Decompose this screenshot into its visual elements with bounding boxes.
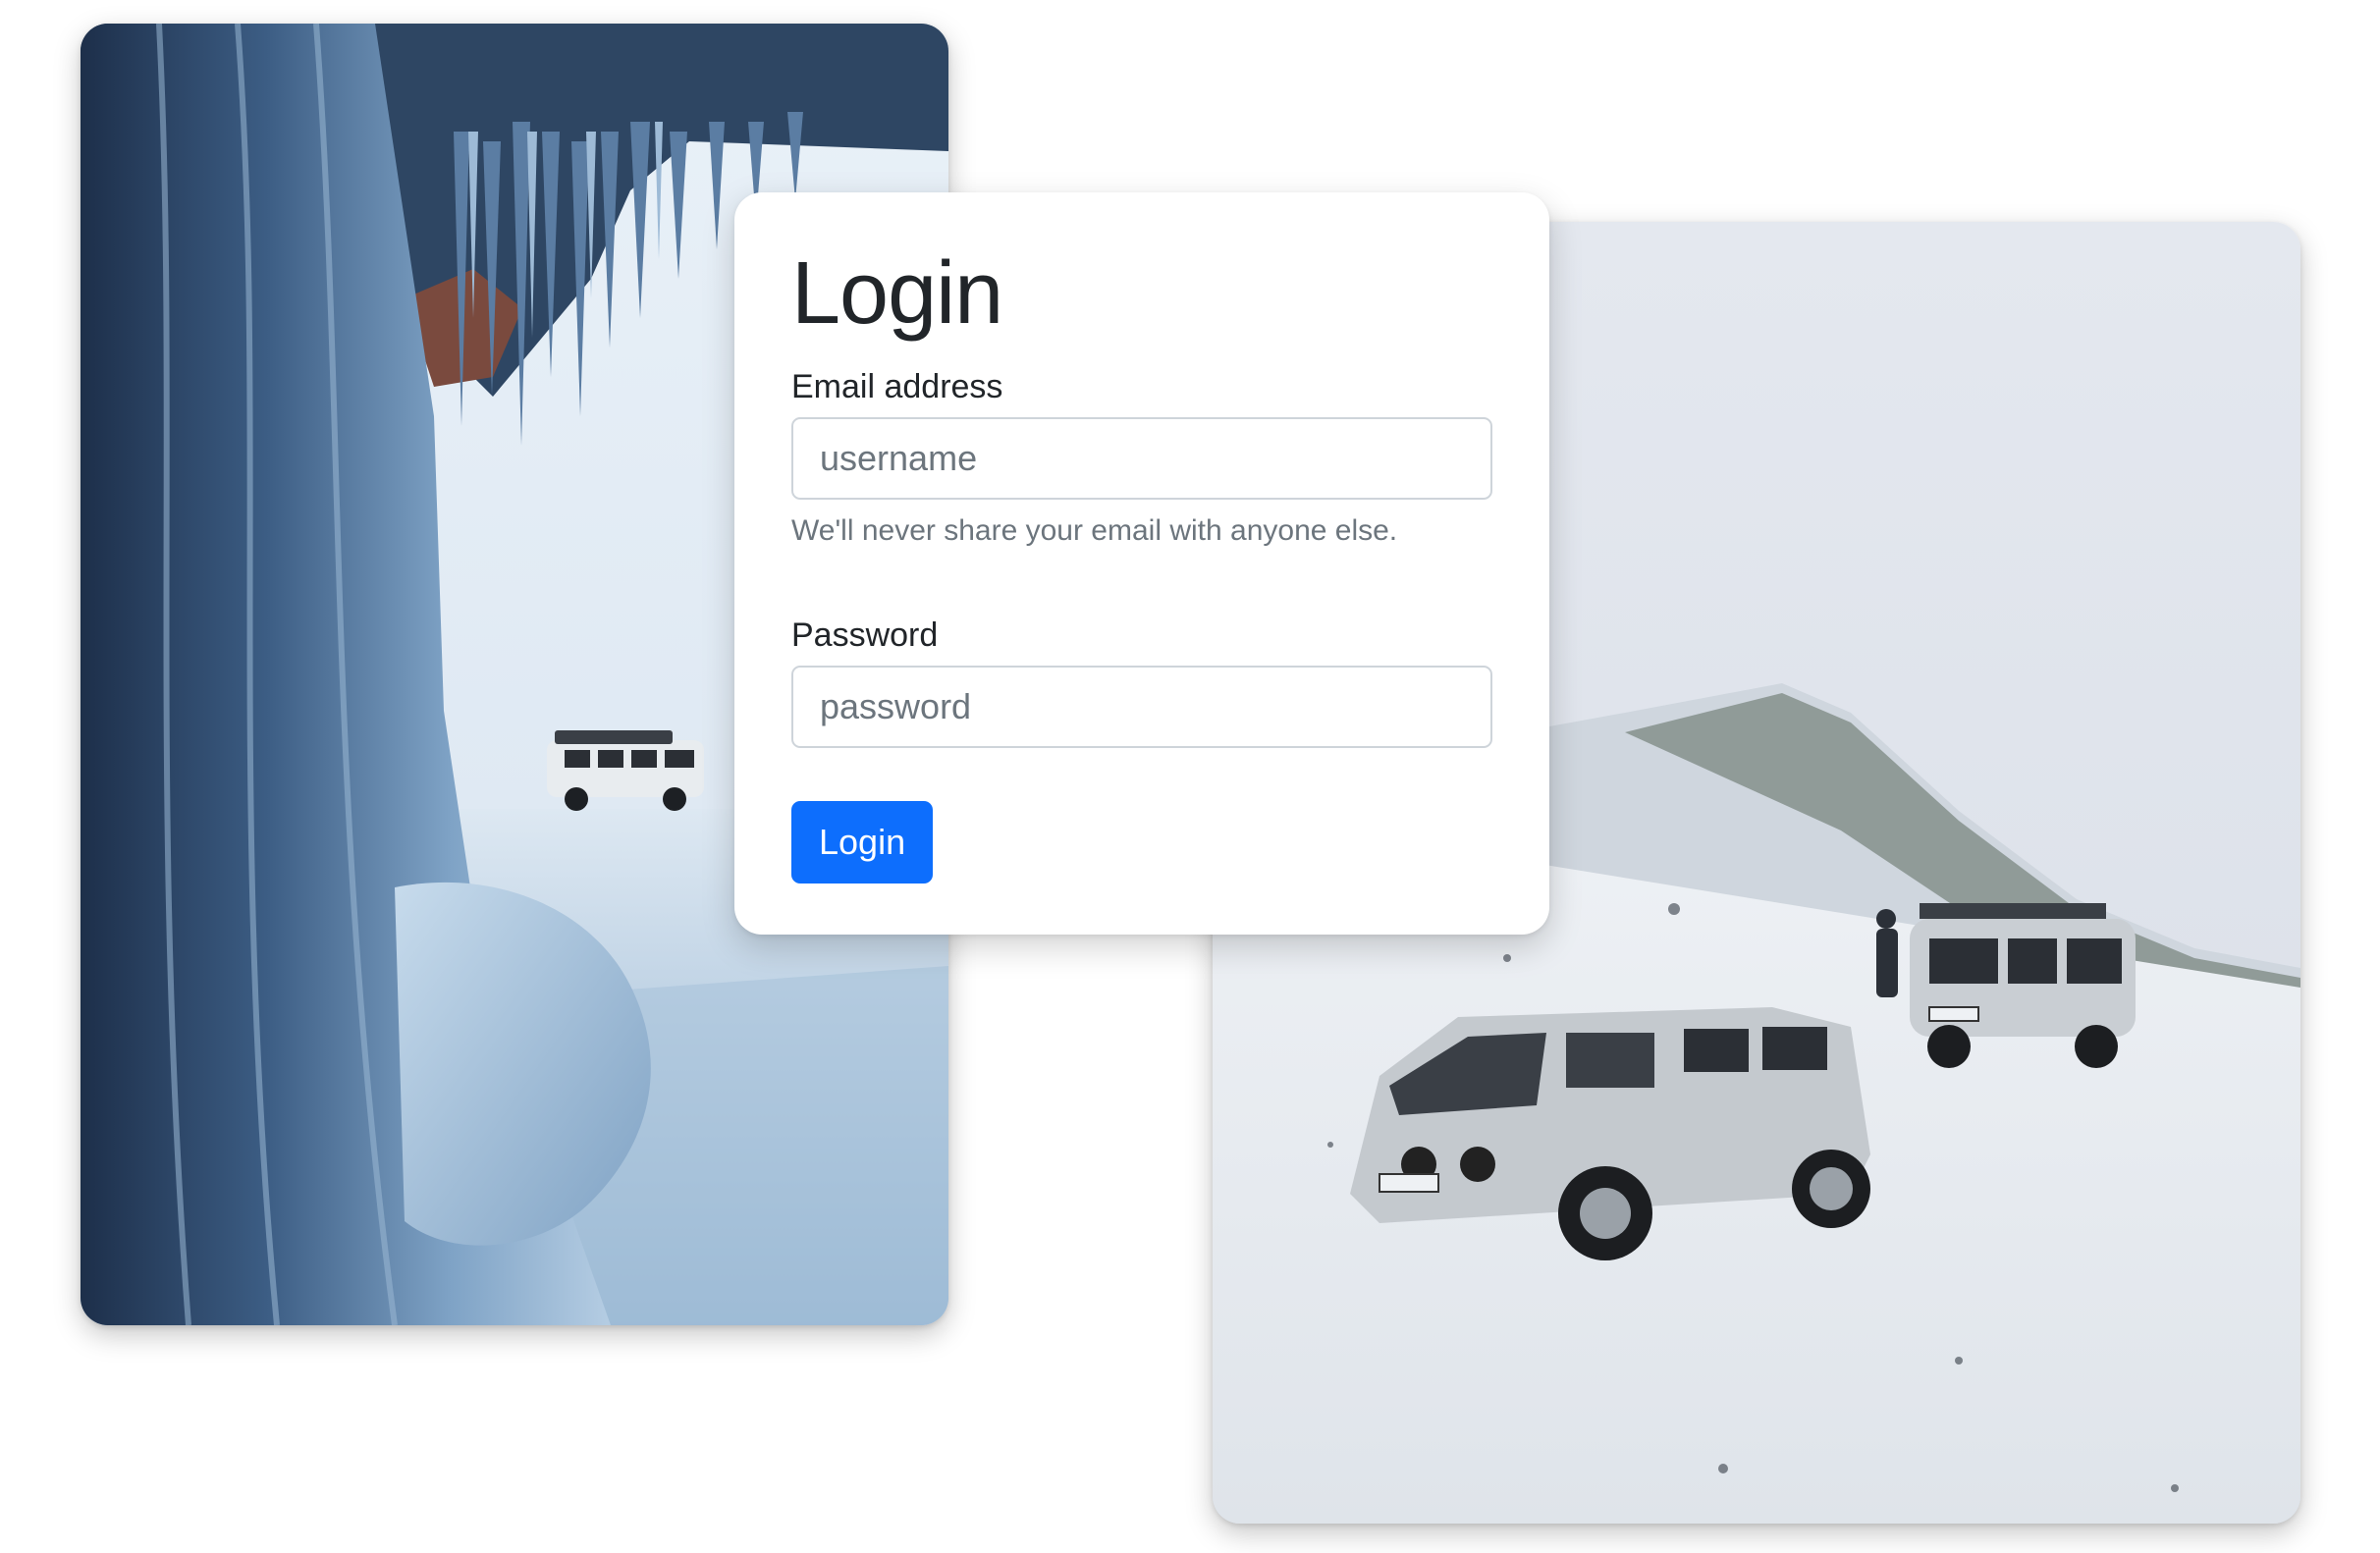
login-title: Login (791, 244, 1003, 343)
login-button[interactable]: Login (791, 800, 934, 884)
password-input[interactable] (791, 665, 1492, 748)
login-page: Login Email address We'll never share yo… (0, 0, 2380, 1553)
login-card: Login Email address We'll never share yo… (734, 192, 1549, 935)
person (1876, 909, 1898, 997)
email-label: Email address (791, 368, 1003, 405)
password-label: Password (791, 616, 939, 654)
email-input[interactable] (791, 416, 1492, 500)
email-help-text: We'll never share your email with anyone… (791, 513, 1398, 547)
